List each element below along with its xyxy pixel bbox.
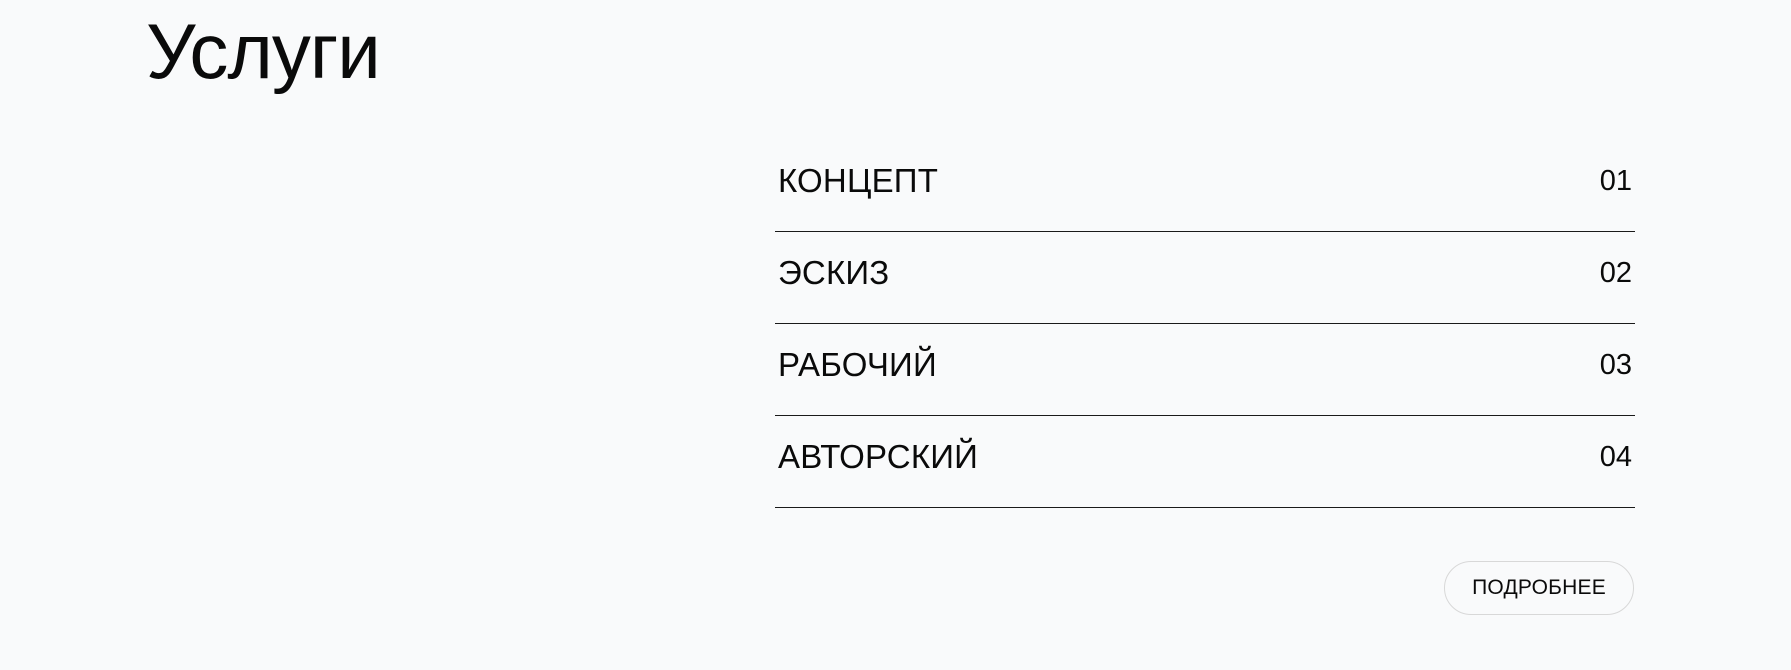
service-item-working[interactable]: РАБОЧИЙ 03	[775, 324, 1635, 416]
service-label: КОНЦЕПТ	[778, 162, 939, 199]
service-number: 03	[1599, 349, 1632, 381]
service-item-supervision[interactable]: АВТОРСКИЙ 04	[775, 416, 1635, 508]
services-list: КОНЦЕПТ 01 ЭСКИЗ 02 РАБОЧИЙ 03 АВТОРСКИЙ…	[775, 140, 1635, 508]
service-number: 02	[1599, 257, 1632, 289]
service-label: РАБОЧИЙ	[778, 346, 937, 383]
service-label: АВТОРСКИЙ	[778, 438, 979, 475]
more-button[interactable]: ПОДРОБНЕЕ	[1444, 561, 1634, 615]
service-item-sketch[interactable]: ЭСКИЗ 02	[775, 232, 1635, 324]
service-label: ЭСКИЗ	[778, 254, 890, 291]
service-number: 01	[1599, 165, 1632, 197]
service-item-concept[interactable]: КОНЦЕПТ 01	[775, 140, 1635, 232]
service-number: 04	[1599, 441, 1632, 473]
page-title: Услуги	[146, 7, 381, 95]
